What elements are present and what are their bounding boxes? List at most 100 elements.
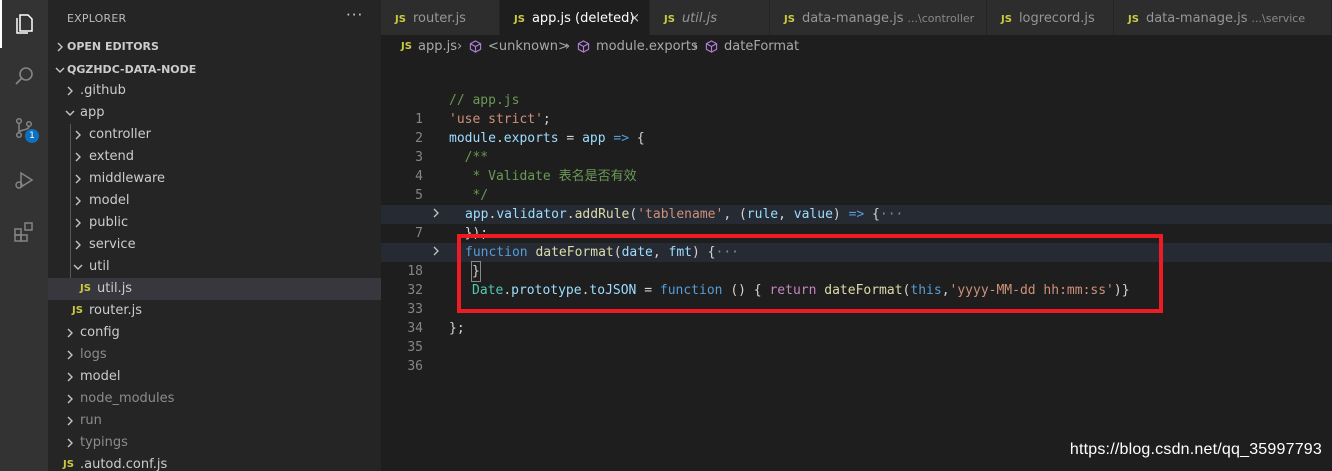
code-line: 2 'use strict'; (381, 110, 1332, 146)
tab-router-js[interactable]: JS router.js (381, 0, 500, 35)
tree-folder-node-modules[interactable]: node_modules (48, 388, 381, 410)
tab-data-manage-service[interactable]: JS data-manage.js ...\service (1114, 0, 1332, 35)
source-control-icon[interactable]: 1 (0, 104, 48, 152)
tree-file-router-js[interactable]: JS router.js (48, 300, 381, 322)
chevron-right-icon (70, 212, 86, 234)
code-token: module (449, 131, 496, 146)
tab-app-js[interactable]: JS app.js (deleted) × (500, 0, 650, 35)
project-section[interactable]: QGZHDC-DATA-NODE (48, 59, 381, 81)
code-text: /** (449, 148, 489, 167)
method-cube-icon (577, 40, 590, 53)
chevron-right-icon (70, 168, 86, 190)
chevron-down-icon (70, 256, 86, 278)
tree-folder-app[interactable]: app (48, 102, 381, 124)
close-icon[interactable]: × (629, 0, 640, 35)
chevron-right-icon (62, 366, 78, 388)
code-token: { (864, 207, 880, 222)
code-line: 3 module.exports = app => { (381, 129, 1332, 165)
breadcrumb-label: <unknown> (488, 39, 569, 54)
tree-label: logs (80, 347, 107, 362)
tree-folder-extend[interactable]: extend (48, 146, 381, 168)
code-token: 'use strict' (449, 112, 543, 127)
breadcrumb: JS app.js › <unknown> › module.exports ›… (381, 35, 1332, 59)
line-number: 36 (407, 359, 423, 374)
breadcrumb-label: dateFormat (724, 39, 800, 54)
tab-data-manage-controller[interactable]: JS data-manage.js ...\controller (770, 0, 987, 35)
tab-description: ...\controller (907, 12, 975, 25)
tab-logrecord-js[interactable]: JS logrecord.js (987, 0, 1114, 35)
code-token: ) (832, 207, 849, 222)
breadcrumb-item-dateformat[interactable]: dateFormat (705, 35, 799, 59)
tab-label: util.js (681, 11, 718, 26)
code-token: . (566, 207, 575, 222)
watermark-text: https://blog.csdn.net/qq_35997793 (1069, 441, 1322, 458)
tree-label: util (89, 259, 110, 274)
tree-folder-typings[interactable]: typings (48, 432, 381, 454)
more-actions-icon[interactable]: ··· (346, 6, 363, 24)
tree-label: app (80, 105, 105, 120)
js-file-icon: JS (395, 14, 406, 25)
tree-label: .autod.conf.js (80, 457, 168, 471)
tree-folder-config[interactable]: config (48, 322, 381, 344)
run-debug-icon[interactable] (0, 156, 48, 204)
chevron-right-icon: › (457, 39, 463, 54)
code-token: { (636, 131, 645, 146)
highlight-annotation-box (457, 234, 1163, 313)
tree-folder-middleware[interactable]: middleware (48, 168, 381, 190)
code-token: , (778, 207, 794, 222)
tree-label: util.js (97, 281, 133, 296)
code-token: validator (496, 207, 567, 222)
code-line: 1 // app.js (381, 91, 1332, 127)
tree-folder-model[interactable]: model (48, 190, 381, 212)
tree-label: extend (89, 149, 135, 164)
code-token: ; (542, 112, 551, 127)
js-file-icon: JS (401, 41, 412, 52)
tab-util-js[interactable]: JS util.js (650, 0, 770, 35)
chevron-right-icon (62, 80, 78, 102)
code-token: , ( (723, 207, 747, 222)
editor-tabs: JS router.js JS app.js (deleted) × JS util.… (381, 0, 1332, 35)
tree-folder-logs[interactable]: logs (48, 344, 381, 366)
breadcrumb-file[interactable]: app.js (418, 35, 457, 59)
section-label: QGZHDC-DATA-NODE (67, 63, 197, 76)
code-token: addRule (574, 207, 630, 222)
source-control-badge: 1 (25, 129, 39, 143)
tree-folder-public[interactable]: public (48, 212, 381, 234)
js-file-icon: JS (1001, 14, 1012, 25)
tree-folder-controller[interactable]: controller (48, 124, 381, 146)
tab-label: logrecord.js (1018, 11, 1095, 26)
chevron-right-icon (70, 146, 86, 168)
code-token: => (605, 131, 637, 146)
code-token: . (495, 131, 504, 146)
chevron-down-icon (62, 102, 78, 124)
explorer-title: EXPLORER (67, 12, 127, 25)
tree-folder-model-root[interactable]: model (48, 366, 381, 388)
code-token: }; (449, 321, 465, 336)
code-text: }; (449, 319, 465, 338)
folded-ellipsis[interactable]: ··· (880, 207, 903, 222)
tree-label: controller (89, 127, 152, 142)
extensions-icon[interactable] (0, 208, 48, 256)
tree-folder-github[interactable]: .github (48, 80, 381, 102)
tree-folder-run[interactable]: run (48, 410, 381, 432)
tree-file-autod-conf[interactable]: JS .autod.conf.js (48, 454, 381, 471)
code-line: 4 /** (381, 148, 1332, 184)
tree-label: typings (80, 435, 128, 450)
tree-file-util-js[interactable]: JS util.js (48, 278, 381, 300)
chevron-right-icon (70, 190, 86, 212)
chevron-right-icon (62, 410, 78, 432)
code-line: 6 */ (381, 186, 1332, 222)
chevron-right-icon (62, 322, 78, 344)
search-icon[interactable] (0, 52, 48, 100)
tree-folder-service[interactable]: service (48, 234, 381, 256)
fold-chevron-icon[interactable] (431, 205, 441, 224)
tree-folder-util[interactable]: util (48, 256, 381, 278)
chevron-right-icon (70, 124, 86, 146)
open-editors-section[interactable]: OPEN EDITORS (48, 36, 381, 58)
breadcrumb-item-unknown[interactable]: <unknown> (469, 35, 569, 59)
fold-chevron-icon[interactable] (431, 243, 441, 262)
code-token: app (465, 207, 489, 222)
files-icon[interactable] (0, 0, 48, 48)
breadcrumb-item-module-exports[interactable]: module.exports (577, 35, 698, 59)
code-text: app.validator.addRule('tablename', (rule… (465, 205, 903, 224)
